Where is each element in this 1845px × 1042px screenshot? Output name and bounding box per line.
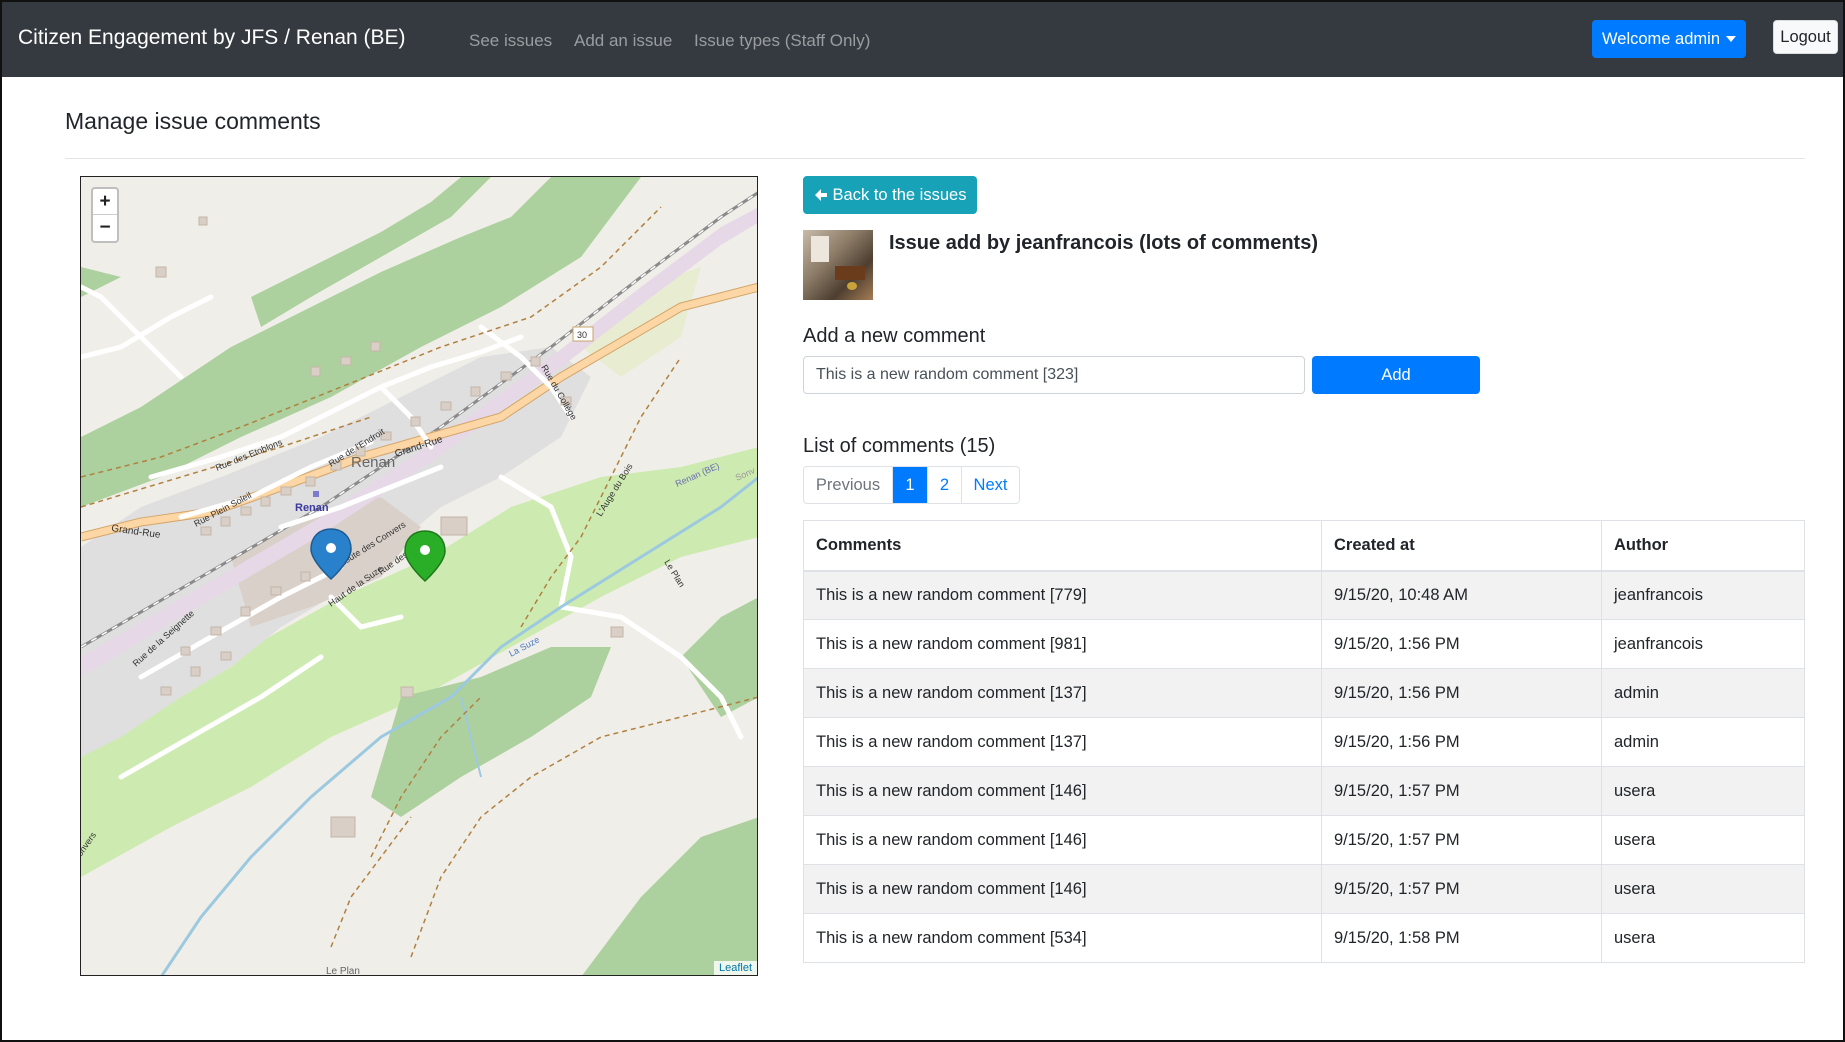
logout-button[interactable]: Logout <box>1773 20 1838 54</box>
navbar: Citizen Engagement by JFS / Renan (BE) S… <box>2 2 1843 77</box>
zoom-control: + − <box>91 187 119 243</box>
cell-comment: This is a new random comment [146] <box>803 766 1322 816</box>
cell-comment: This is a new random comment [779] <box>803 570 1322 620</box>
comments-table: Comments Created at Author This is a new… <box>803 520 1805 963</box>
map-attribution[interactable]: Leaflet <box>713 961 757 975</box>
cell-created-at: 9/15/20, 1:57 PM <box>1321 864 1602 914</box>
cell-created-at: 9/15/20, 1:58 PM <box>1321 913 1602 963</box>
table-row: This is a new random comment [779] 9/15/… <box>803 570 1805 620</box>
table-row: This is a new random comment [146] 9/15/… <box>803 766 1805 816</box>
cell-created-at: 9/15/20, 1:56 PM <box>1321 717 1602 767</box>
cell-author: usera <box>1601 815 1805 865</box>
cell-created-at: 9/15/20, 1:57 PM <box>1321 766 1602 816</box>
map-label-le-plan-s: Le Plan <box>326 966 360 976</box>
pagination-page-1[interactable]: 1 <box>892 467 927 503</box>
issue-title: Issue add by jeanfrancois (lots of comme… <box>889 232 1318 254</box>
cell-comment: This is a new random comment [534] <box>803 913 1322 963</box>
nav-see-issues[interactable]: See issues <box>469 31 552 51</box>
map-label-route30: 30 <box>577 330 587 340</box>
welcome-dropdown-button[interactable]: Welcome admin <box>1592 20 1746 58</box>
cell-created-at: 9/15/20, 1:56 PM <box>1321 668 1602 718</box>
pagination-previous[interactable]: Previous <box>804 467 892 503</box>
table-row: This is a new random comment [981] 9/15/… <box>803 619 1805 669</box>
table-row: This is a new random comment [146] 9/15/… <box>803 864 1805 914</box>
table-header-row: Comments Created at Author <box>803 520 1805 572</box>
arrow-left-icon <box>814 189 827 201</box>
map-label-station: Renan <box>295 502 329 514</box>
app-window: Citizen Engagement by JFS / Renan (BE) S… <box>0 0 1845 1042</box>
pagination-page-2[interactable]: 2 <box>927 467 961 503</box>
cell-author: usera <box>1601 864 1805 914</box>
caret-down-icon <box>1726 36 1736 42</box>
table-row: This is a new random comment [137] 9/15/… <box>803 717 1805 767</box>
divider <box>65 158 1805 159</box>
table-row: This is a new random comment [146] 9/15/… <box>803 815 1805 865</box>
issue-thumbnail <box>803 230 873 300</box>
back-label: Back to the issues <box>832 185 967 204</box>
table-row: This is a new random comment [534] 9/15/… <box>803 913 1805 963</box>
cell-comment: This is a new random comment [146] <box>803 815 1322 865</box>
cell-author: usera <box>1601 913 1805 963</box>
table-row: This is a new random comment [137] 9/15/… <box>803 668 1805 718</box>
comments-heading: List of comments (15) <box>803 435 996 457</box>
welcome-label: Welcome admin <box>1602 29 1720 48</box>
add-comment-label: Add a new comment <box>803 325 986 347</box>
cell-author: jeanfrancois <box>1601 570 1805 620</box>
map-tiles: Renan Renan Grand-Rue Grand-Rue 30 Rue d… <box>81 177 757 976</box>
map[interactable]: Renan Renan Grand-Rue Grand-Rue 30 Rue d… <box>80 176 758 976</box>
cell-comment: This is a new random comment [137] <box>803 668 1322 718</box>
cell-comment: This is a new random comment [146] <box>803 864 1322 914</box>
cell-created-at: 9/15/20, 1:57 PM <box>1321 815 1602 865</box>
page-title: Manage issue comments <box>65 108 321 134</box>
column-header-created-at: Created at <box>1321 520 1602 572</box>
nav-issue-types[interactable]: Issue types (Staff Only) <box>694 31 870 51</box>
column-header-author: Author <box>1601 520 1805 572</box>
cell-author: jeanfrancois <box>1601 619 1805 669</box>
cell-author: usera <box>1601 766 1805 816</box>
map-label-town: Renan <box>351 454 395 471</box>
pagination-next[interactable]: Next <box>961 467 1019 503</box>
cell-comment: This is a new random comment [981] <box>803 619 1322 669</box>
column-header-comments: Comments <box>803 520 1322 572</box>
cell-author: admin <box>1601 668 1805 718</box>
add-comment-button[interactable]: Add <box>1312 356 1480 394</box>
cell-author: admin <box>1601 717 1805 767</box>
back-to-issues-button[interactable]: Back to the issues <box>803 176 977 214</box>
cell-created-at: 9/15/20, 10:48 AM <box>1321 570 1602 620</box>
brand[interactable]: Citizen Engagement by JFS / Renan (BE) <box>18 26 406 50</box>
cell-created-at: 9/15/20, 1:56 PM <box>1321 619 1602 669</box>
zoom-out-button[interactable]: − <box>93 215 117 241</box>
pagination: Previous 1 2 Next <box>803 466 1020 504</box>
cell-comment: This is a new random comment [137] <box>803 717 1322 767</box>
zoom-in-button[interactable]: + <box>93 189 117 215</box>
comment-input[interactable] <box>803 356 1305 394</box>
nav-add-issue[interactable]: Add an issue <box>574 31 672 51</box>
